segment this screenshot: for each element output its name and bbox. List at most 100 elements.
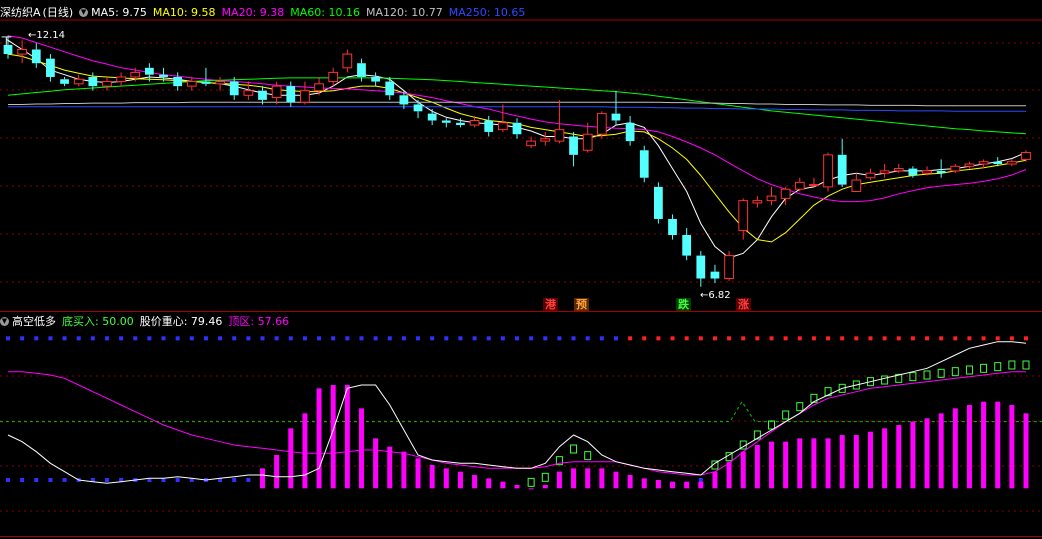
signal-dot [274, 336, 279, 341]
ma-line-ma120 [8, 101, 1026, 107]
histogram-bar [952, 408, 958, 489]
rising-marker [1022, 360, 1030, 370]
base-dot [34, 478, 39, 482]
signal-dot [34, 336, 39, 341]
candle-body [31, 49, 41, 64]
price-center-line [7, 341, 1027, 484]
settings-icon[interactable]: ▼ [79, 7, 89, 17]
candle-body [950, 165, 961, 172]
candle-body [456, 122, 465, 126]
candle-body [1021, 152, 1031, 160]
base-dot [104, 478, 109, 482]
candle-body [766, 195, 777, 202]
signal-tag: 港 [543, 298, 558, 311]
signal-dot [585, 336, 590, 341]
candle-body [625, 122, 635, 142]
rising-marker [909, 372, 917, 382]
base-dot [48, 478, 53, 482]
signal-dot [670, 336, 675, 341]
histogram-bar [966, 405, 972, 489]
histogram-bar [1023, 413, 1029, 489]
signal-dot [458, 336, 463, 341]
signal-dot [1024, 336, 1028, 341]
candle-body [258, 90, 267, 100]
candle-body [978, 161, 989, 165]
candle-body [484, 120, 494, 132]
low-marker: ←6.82 [700, 290, 731, 301]
signal-dot [995, 336, 1000, 341]
signal-dot [925, 336, 930, 341]
histogram-bar [867, 431, 873, 489]
ma120-label: MA120: 10.77 [366, 5, 443, 19]
candle-body [893, 168, 904, 172]
signal-dot [557, 336, 562, 341]
signal-dot [571, 336, 576, 341]
candle-body [596, 113, 607, 135]
signal-dot [331, 336, 336, 341]
signal-dot [684, 336, 689, 341]
signal-dot [613, 336, 618, 341]
histogram-bar [995, 401, 1001, 489]
histogram-bar [457, 471, 463, 489]
candle-body [413, 104, 423, 112]
signal-dot [288, 336, 293, 341]
candle-body [794, 181, 805, 190]
signal-dot [203, 336, 208, 341]
candle-body [1006, 161, 1017, 165]
candle-body [186, 81, 197, 87]
candle-body [243, 90, 254, 96]
candle-body [922, 170, 932, 174]
signal-dot [797, 336, 802, 341]
histogram-bar [740, 451, 746, 489]
histogram-bar [670, 481, 676, 489]
signal-tag: 涨 [736, 298, 751, 311]
candle-body [371, 76, 380, 82]
candle-body [682, 235, 692, 256]
histogram-bar [274, 455, 280, 489]
signal-dot [90, 336, 95, 341]
signal-dot [656, 336, 661, 341]
signal-dot [698, 336, 703, 341]
candle-body [357, 63, 366, 77]
candle-body [569, 136, 578, 155]
histogram-bar [528, 488, 534, 490]
signal-dot [811, 336, 816, 341]
signal-dot [20, 336, 25, 341]
histogram-bar [500, 481, 506, 489]
signal-dot [246, 336, 251, 341]
signal-dot [543, 336, 548, 341]
signal-dot [175, 336, 180, 341]
candle-body [497, 122, 508, 131]
histogram-bar [316, 388, 322, 489]
histogram-bar [599, 468, 605, 489]
candle-body [342, 53, 353, 69]
histogram-bar [853, 435, 859, 489]
signal-dot [147, 336, 152, 341]
histogram-bar [556, 471, 562, 489]
settings-icon[interactable]: ▼ [0, 316, 9, 326]
signal-dot [345, 336, 350, 341]
signal-dot [967, 336, 972, 341]
histogram-bar [769, 441, 774, 489]
rising-marker [796, 402, 804, 412]
signal-dot [868, 336, 873, 341]
rising-marker [965, 365, 973, 375]
signal-dot [189, 336, 194, 341]
histogram-bar [344, 385, 350, 489]
candle-body [116, 76, 126, 83]
candle-body [611, 113, 621, 121]
histogram-bar [783, 441, 789, 489]
base-dot [6, 478, 10, 482]
base-dot [20, 478, 25, 482]
base-dot [175, 478, 180, 482]
histogram-bar [330, 385, 336, 489]
ma5-label: MA5: 9.75 [91, 5, 147, 19]
bottom-buy-label: 底买入: 50.00 [62, 315, 134, 328]
histogram-bar [373, 438, 379, 489]
histogram-bar [712, 471, 718, 489]
histogram-bar [415, 458, 421, 489]
ma20-label: MA20: 9.38 [221, 5, 285, 19]
candle-body [173, 76, 183, 87]
candle-body [286, 86, 296, 103]
signal-dot [515, 336, 519, 341]
